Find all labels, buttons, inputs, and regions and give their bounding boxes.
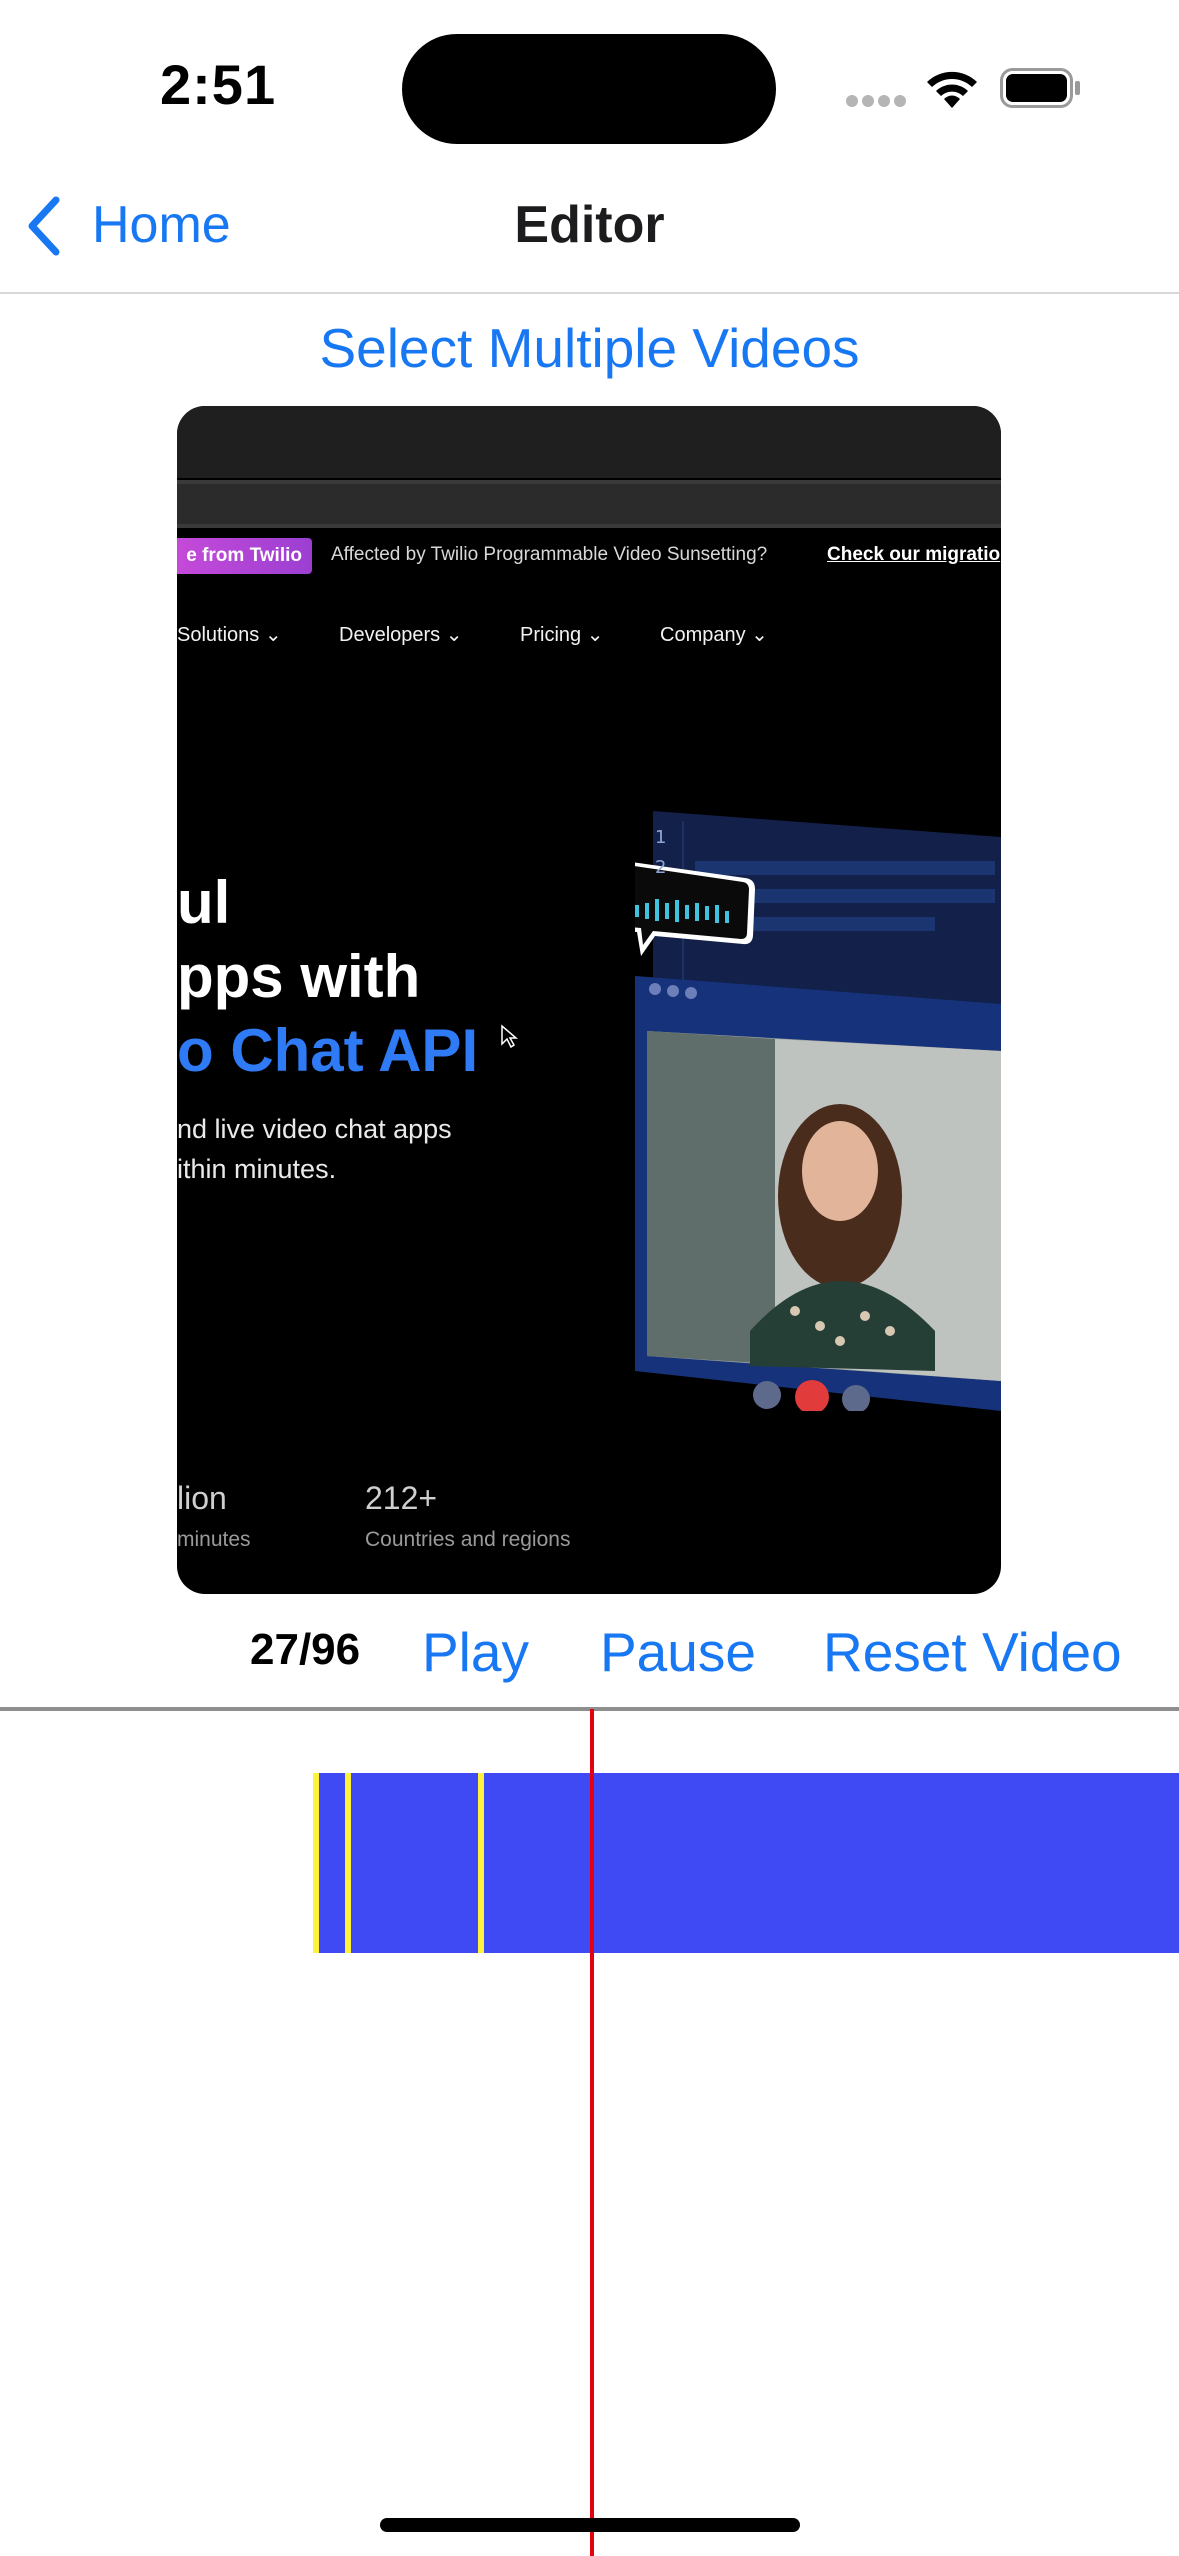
dynamic-island (402, 34, 776, 144)
hero-subtitle-2: ithin minutes. (177, 1154, 337, 1184)
signal-dot (846, 95, 858, 107)
signal-dot (862, 95, 874, 107)
battery-icon (1000, 68, 1080, 108)
code-line-number: 2 (655, 857, 666, 878)
menu-item-solutions: Solutions ⌄ (177, 624, 282, 646)
promo-link: Check our migratio (827, 544, 1001, 565)
stat-label-minutes: minutes (177, 1528, 251, 1551)
timeline-frame-marker (313, 1773, 319, 1953)
nav-title: Editor (514, 196, 665, 254)
mouse-cursor-icon (501, 1024, 518, 1049)
home-indicator (380, 2518, 800, 2532)
hero-subtitle-1: nd live video chat apps (177, 1114, 452, 1144)
select-multiple-videos-button[interactable]: Select Multiple Videos (0, 316, 1179, 380)
promo-text: Affected by Twilio Programmable Video Su… (331, 544, 768, 565)
play-button[interactable]: Play (422, 1620, 529, 1684)
video-call-illustration: 1 2 (635, 811, 1001, 1411)
video-preview[interactable]: e from Twilio Affected by Twilio Program… (177, 406, 1001, 1594)
reset-video-button[interactable]: Reset Video (823, 1620, 1122, 1684)
menu-item-pricing: Pricing ⌄ (520, 624, 604, 646)
signal-dot (894, 95, 906, 107)
wifi-icon (927, 71, 977, 108)
browser-address-bar (177, 480, 1001, 528)
menu-item-company: Company ⌄ (660, 624, 768, 646)
timeline-frame-marker (345, 1773, 351, 1953)
frame-counter: 27/96 (250, 1625, 361, 1674)
nav-divider (0, 292, 1179, 294)
promo-tag: e from Twilio (177, 538, 312, 574)
timeline-frame-marker (478, 1773, 484, 1953)
stat-label-countries: Countries and regions (365, 1528, 571, 1551)
hero-line-3: o Chat API (177, 1017, 479, 1084)
stat-number-minutes: lion (177, 1480, 227, 1516)
menu-item-developers: Developers ⌄ (339, 624, 463, 646)
hero-line-1: ul (177, 869, 231, 936)
stat-number-countries: 212+ (365, 1480, 438, 1516)
signal-dot (878, 95, 890, 107)
timeline-playhead[interactable] (590, 1709, 594, 2556)
pause-button[interactable]: Pause (600, 1620, 756, 1684)
code-line-number: 1 (655, 827, 666, 848)
status-time: 2:51 (160, 53, 277, 116)
timeline-clip[interactable] (314, 1773, 1179, 1953)
hero-line-2: pps with (177, 943, 421, 1010)
browser-toolbar (177, 406, 1001, 478)
